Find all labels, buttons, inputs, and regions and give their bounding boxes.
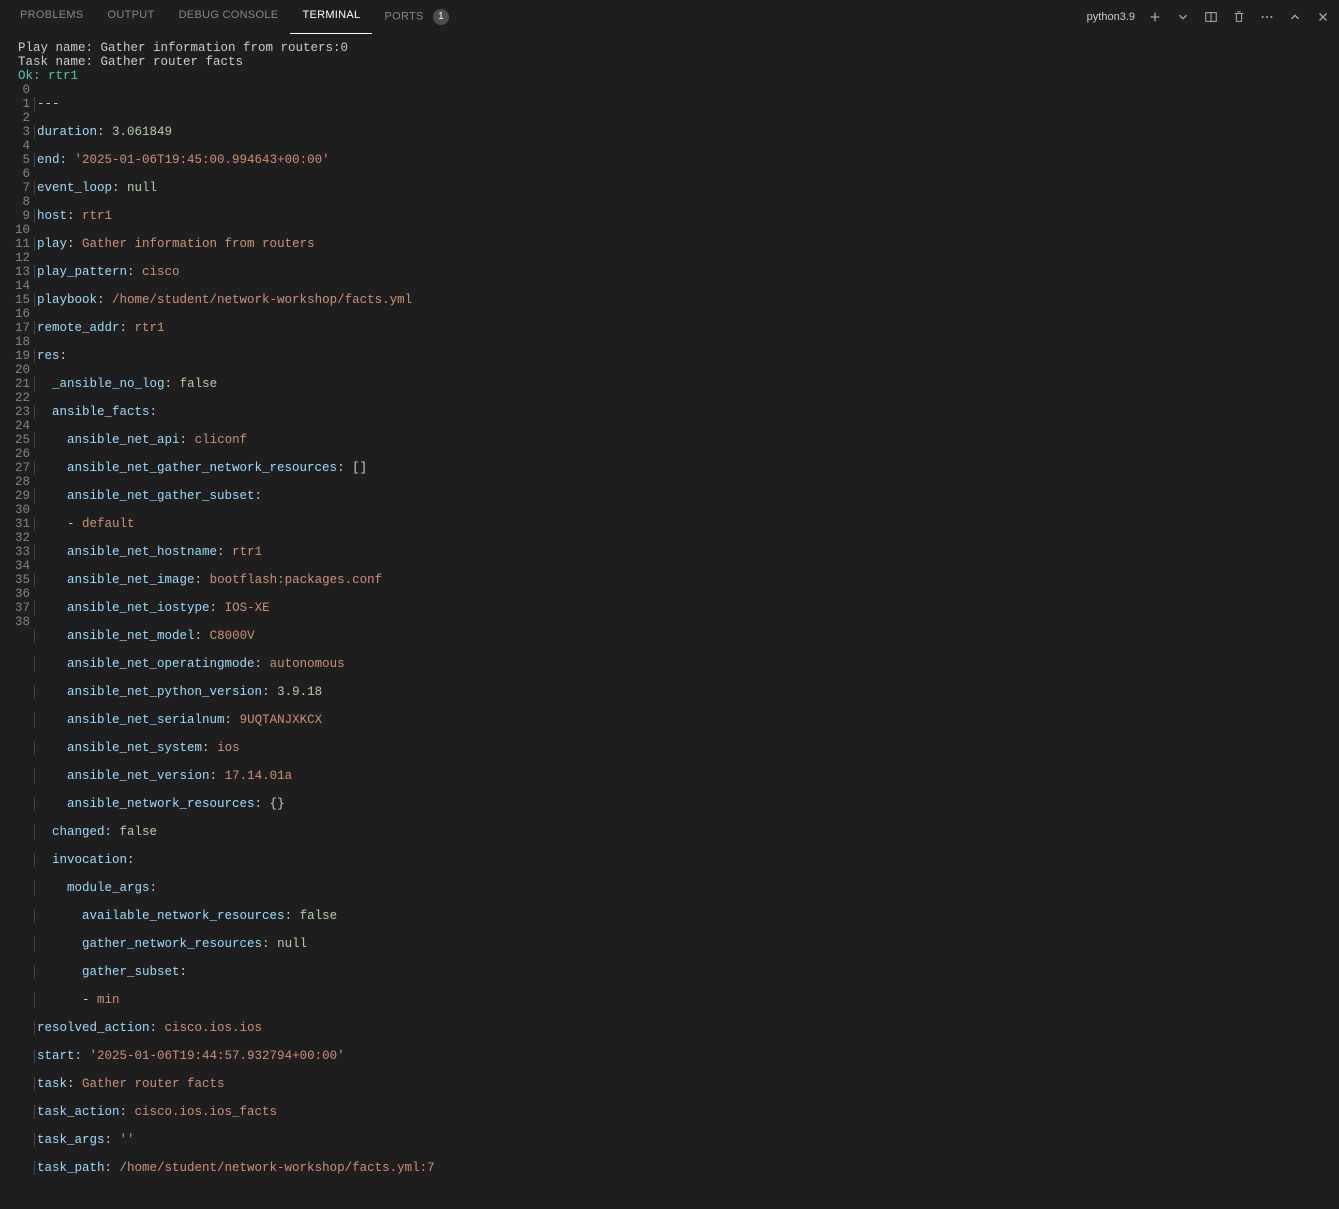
terminal-dropdown-icon[interactable] [1175, 9, 1191, 25]
code-lines: --- duration: 3.061849 end: '2025-01-06T… [34, 83, 1339, 1203]
terminal-actions: python3.9 [1083, 9, 1331, 25]
ports-badge: 1 [433, 9, 449, 25]
tab-debug-console[interactable]: DEBUG CONSOLE [167, 1, 291, 34]
tab-ports-label: PORTS [384, 10, 423, 22]
yaml-doc-start: --- [37, 97, 60, 111]
tab-ports[interactable]: PORTS 1 [372, 1, 461, 34]
panel-tabs: PROBLEMS OUTPUT DEBUG CONSOLE TERMINAL P… [8, 1, 461, 34]
tab-output[interactable]: OUTPUT [96, 1, 167, 34]
task-name-line: Task name: Gather router facts [0, 55, 1339, 69]
panel-header: PROBLEMS OUTPUT DEBUG CONSOLE TERMINAL P… [0, 0, 1339, 35]
line-gutter: 0123456789 10111213141516171819 20212223… [0, 83, 34, 1203]
maximize-panel-button[interactable] [1287, 9, 1303, 25]
split-terminal-button[interactable] [1203, 9, 1219, 25]
more-actions-button[interactable] [1259, 9, 1275, 25]
new-terminal-button[interactable] [1147, 9, 1163, 25]
tab-problems[interactable]: PROBLEMS [8, 1, 96, 34]
terminal-profile[interactable]: python3.9 [1083, 11, 1135, 23]
kill-terminal-button[interactable] [1231, 9, 1247, 25]
env-label-text: python3.9 [1087, 11, 1135, 23]
terminal-body[interactable]: Play name: Gather information from route… [0, 35, 1339, 1209]
yaml-output: 0123456789 10111213141516171819 20212223… [0, 83, 1339, 1203]
play-name-line: Play name: Gather information from route… [0, 41, 1339, 55]
tab-terminal[interactable]: TERMINAL [290, 1, 372, 34]
ok-line: Ok: rtr1 [0, 69, 1339, 83]
close-panel-button[interactable] [1315, 9, 1331, 25]
